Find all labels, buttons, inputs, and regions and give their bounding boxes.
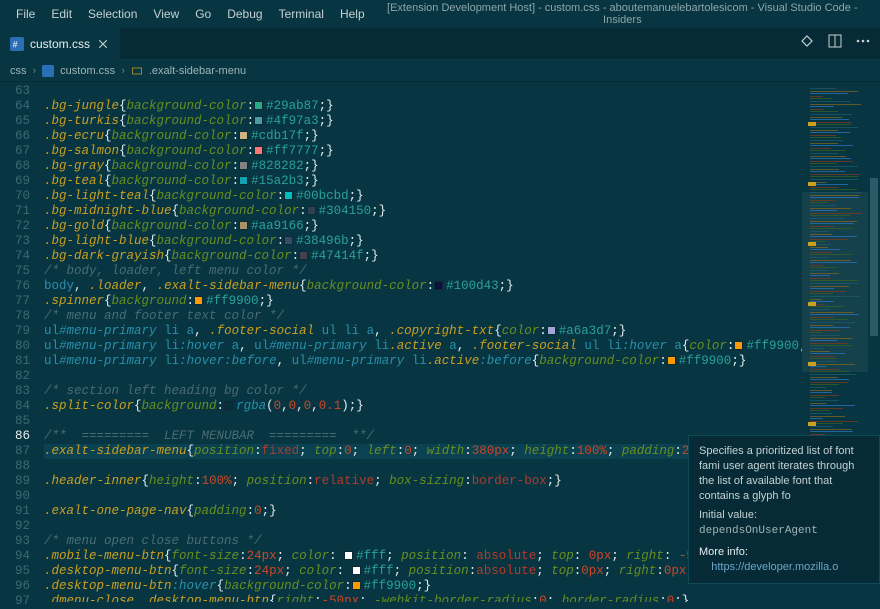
split-editor-icon[interactable] <box>826 32 844 50</box>
css-file-icon: # <box>10 37 24 51</box>
compare-changes-icon[interactable] <box>798 32 816 50</box>
tabbar: # custom.css <box>0 28 880 60</box>
breadcrumb-file[interactable]: custom.css <box>60 65 115 77</box>
menu-file[interactable]: File <box>8 3 43 25</box>
css-file-icon <box>42 65 54 77</box>
svg-text:#: # <box>13 39 18 49</box>
tab-custom-css[interactable]: # custom.css <box>0 28 120 60</box>
menu-terminal[interactable]: Terminal <box>271 3 332 25</box>
hover-mdn-link[interactable]: https://developer.mozilla.o <box>711 561 838 573</box>
close-icon[interactable] <box>96 37 110 51</box>
menu-selection[interactable]: Selection <box>80 3 145 25</box>
chevron-right-icon: › <box>121 65 125 77</box>
menu-debug[interactable]: Debug <box>219 3 270 25</box>
hover-tooltip: Specifies a prioritized list of font fam… <box>688 435 880 584</box>
symbol-class-icon <box>131 65 143 77</box>
hover-more-info-label: More info: <box>699 545 869 560</box>
hover-initial-label: Initial value: <box>699 509 757 521</box>
menu-go[interactable]: Go <box>187 3 219 25</box>
line-number-gutter[interactable]: 6364656667686970717273747576777879808182… <box>0 82 44 602</box>
hover-initial-value: dependsOnUserAgent <box>699 525 818 537</box>
window-title: [Extension Development Host] - custom.cs… <box>373 2 872 26</box>
chevron-right-icon: › <box>33 65 37 77</box>
breadcrumb-folder[interactable]: css <box>10 65 27 77</box>
more-actions-icon[interactable] <box>854 32 872 50</box>
tab-label: custom.css <box>30 37 90 51</box>
menu-help[interactable]: Help <box>332 3 373 25</box>
menu-view[interactable]: View <box>145 3 187 25</box>
scrollbar-thumb[interactable] <box>870 178 878 336</box>
hover-description: Specifies a prioritized list of font fam… <box>699 444 869 504</box>
breadcrumbs[interactable]: css › custom.css › .exalt-sidebar-menu <box>0 60 880 82</box>
menu-edit[interactable]: Edit <box>43 3 80 25</box>
breadcrumb-symbol[interactable]: .exalt-sidebar-menu <box>149 65 246 77</box>
menubar: File Edit Selection View Go Debug Termin… <box>0 0 880 28</box>
